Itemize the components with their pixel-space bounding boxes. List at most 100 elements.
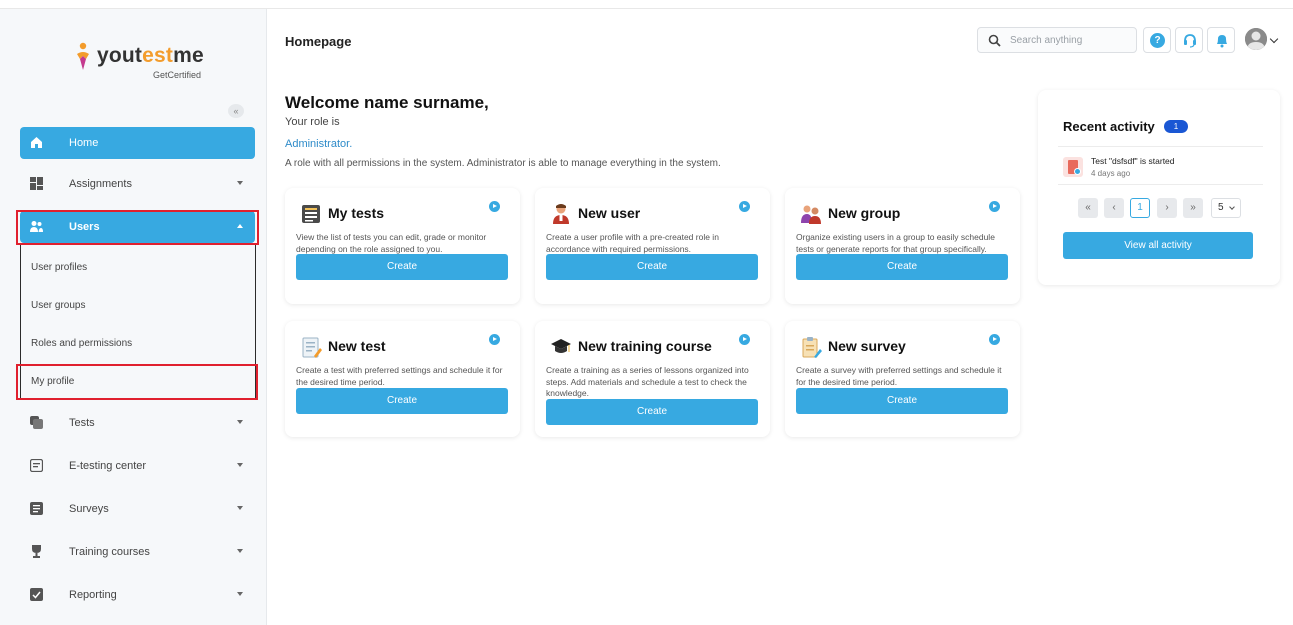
chevron-down-icon (237, 181, 243, 185)
chevron-down-icon (237, 592, 243, 596)
card-description: Create a training as a series of lessons… (546, 365, 749, 398)
divider (1058, 146, 1263, 147)
sidebar-item-label: Home (69, 137, 99, 149)
avatar[interactable] (1245, 28, 1267, 50)
search-input[interactable]: Search anything (977, 27, 1137, 53)
card-description: Organize existing users in a group to ea… (796, 232, 995, 254)
card-new-group: New group Organize existing users in a g… (785, 188, 1020, 304)
page-size-select[interactable]: 5 (1211, 198, 1241, 218)
welcome-heading: Welcome name surname, (285, 93, 489, 112)
chevron-down-icon (237, 549, 243, 553)
new-survey-icon (802, 337, 822, 358)
graduation-cap-icon (551, 339, 571, 353)
reporting-icon (30, 588, 43, 601)
submenu-item-roles-permissions[interactable]: Roles and permissions (31, 338, 132, 349)
view-all-activity-button[interactable]: View all activity (1063, 232, 1253, 259)
sidebar-item-label: Assignments (69, 178, 132, 190)
search-placeholder: Search anything (1010, 35, 1083, 46)
sidebar-item-tests[interactable]: Tests (20, 407, 255, 439)
my-profile-highlight-box (16, 364, 258, 400)
card-description: View the list of tests you can edit, gra… (296, 232, 487, 254)
current-page-button[interactable]: 1 (1130, 198, 1150, 218)
bell-icon (1217, 35, 1227, 48)
sidebar-item-etesting[interactable]: E-testing center (20, 450, 255, 482)
sidebar-item-home[interactable]: Home (20, 127, 255, 159)
chevron-down-icon (1229, 204, 1235, 210)
logo-subtitle: GetCertified (153, 70, 202, 80)
question-icon: ? (1150, 33, 1165, 48)
sidebar-item-label: Surveys (69, 503, 109, 515)
submenu-item-user-profiles[interactable]: User profiles (31, 262, 87, 273)
logo[interactable]: youtestme GetCertified (75, 38, 215, 82)
create-button[interactable]: Create (796, 254, 1008, 280)
sidebar-item-assignments[interactable]: Assignments (20, 168, 255, 200)
play-video-icon[interactable] (739, 201, 750, 212)
sidebar-item-label: Tests (69, 417, 95, 429)
activity-text: Test "dsfsdf" is started (1091, 156, 1175, 166)
new-test-icon (302, 337, 322, 358)
logo-text: youtestme (97, 44, 204, 67)
my-tests-icon (302, 205, 320, 223)
home-icon (31, 137, 42, 148)
card-new-survey: New survey Create a survey with preferre… (785, 321, 1020, 437)
play-video-icon[interactable] (489, 201, 500, 212)
submenu-item-user-groups[interactable]: User groups (31, 300, 85, 311)
next-page-button[interactable]: › (1157, 198, 1177, 218)
page-title: Homepage (285, 34, 352, 49)
new-user-icon (553, 204, 569, 224)
card-description: Create a survey with preferred settings … (796, 365, 1002, 387)
create-button[interactable]: Create (546, 399, 758, 425)
chevron-down-icon[interactable] (1269, 34, 1279, 44)
recent-activity-title: Recent activity (1063, 119, 1155, 134)
logo-pin-icon (77, 42, 89, 70)
card-new-test: New test Create a test with preferred se… (285, 321, 520, 437)
chevron-down-icon (237, 463, 243, 467)
card-title: My tests (328, 205, 385, 221)
sidebar-item-surveys[interactable]: Surveys (20, 493, 255, 525)
users-highlight-box (16, 210, 259, 245)
notifications-button[interactable] (1207, 27, 1235, 53)
card-new-user: New user Create a user profile with a pr… (535, 188, 770, 304)
last-page-button[interactable]: » (1183, 198, 1203, 218)
card-my-tests: My tests View the list of tests you can … (285, 188, 520, 304)
sidebar-item-label: Training courses (69, 546, 150, 558)
role-label: Your role is (285, 116, 340, 128)
card-title: New test (328, 338, 386, 354)
activity-count-badge: 1 (1164, 120, 1188, 133)
card-title: New training course (578, 338, 712, 354)
page-size-value: 5 (1218, 202, 1224, 213)
etesting-icon (30, 459, 43, 472)
prev-page-button[interactable]: ‹ (1104, 198, 1124, 218)
first-page-button[interactable]: « (1078, 198, 1098, 218)
sidebar-item-label: E-testing center (69, 460, 147, 472)
help-button[interactable]: ? (1143, 27, 1171, 53)
role-name: Administrator. (285, 138, 353, 150)
play-video-icon[interactable] (489, 334, 500, 345)
trophy-icon (32, 545, 41, 558)
divider (1058, 184, 1263, 185)
create-button[interactable]: Create (546, 254, 758, 280)
sidebar-item-reporting[interactable]: Reporting (20, 579, 255, 611)
activity-time: 4 days ago (1091, 169, 1131, 178)
create-button[interactable]: Create (296, 254, 508, 280)
play-video-icon[interactable] (739, 334, 750, 345)
card-title: New user (578, 205, 641, 221)
chevron-down-icon (237, 420, 243, 424)
chevron-down-icon (237, 506, 243, 510)
collapse-sidebar-button[interactable]: « (228, 104, 244, 118)
tests-icon (30, 416, 43, 429)
sidebar-item-training-courses[interactable]: Training courses (20, 536, 255, 568)
card-title: New group (828, 205, 901, 221)
create-button[interactable]: Create (796, 388, 1008, 414)
test-started-icon (1063, 157, 1083, 177)
play-video-icon[interactable] (989, 334, 1000, 345)
create-button[interactable]: Create (296, 388, 508, 414)
surveys-icon (30, 502, 43, 515)
card-description: Create a test with preferred settings an… (296, 365, 503, 387)
role-description: A role with all permissions in the syste… (285, 158, 721, 169)
sidebar-item-label: Reporting (69, 589, 117, 601)
user-avatar-icon (1245, 28, 1267, 50)
support-button[interactable] (1175, 27, 1203, 53)
play-video-icon[interactable] (989, 201, 1000, 212)
card-title: New survey (828, 338, 906, 354)
